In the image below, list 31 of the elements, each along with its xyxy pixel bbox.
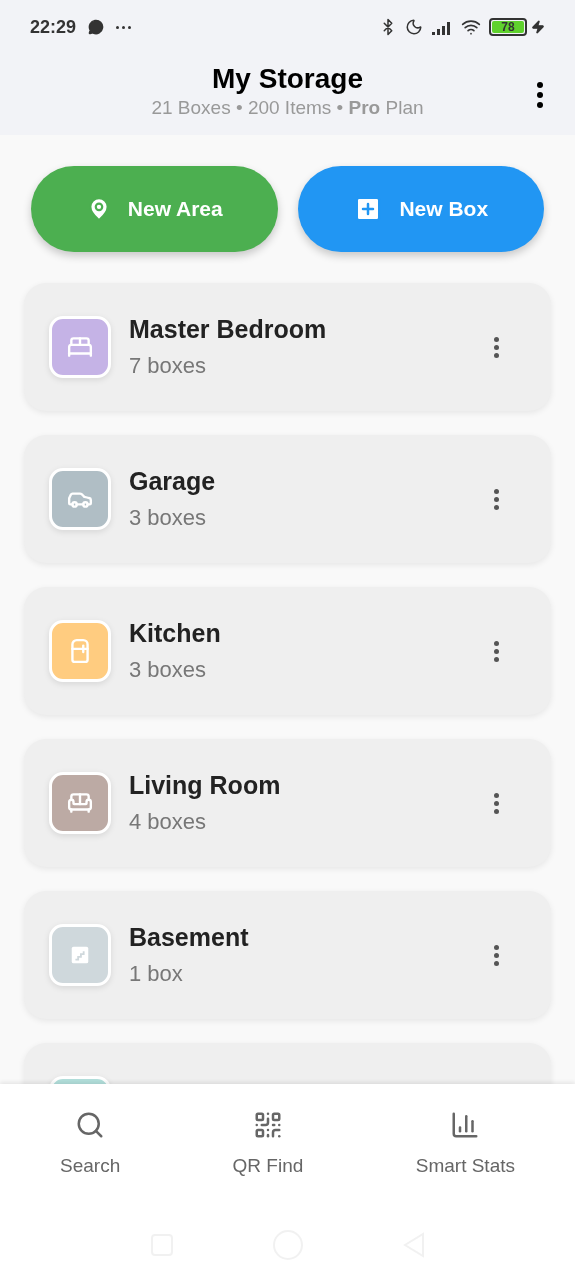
- nav-tab[interactable]: QR Find: [232, 1110, 304, 1181]
- box-count: 7 boxes: [129, 352, 208, 380]
- battery-icon: 78: [489, 18, 527, 36]
- nav-tab[interactable]: Smart Stats: [415, 1110, 515, 1181]
- chat-icon: [88, 19, 105, 35]
- moon-icon: [405, 18, 423, 36]
- area-name: Garage: [129, 466, 217, 497]
- more-dots-icon: [116, 25, 132, 29]
- area-name: Master Bedroom: [129, 314, 328, 345]
- charging-icon: [531, 20, 545, 34]
- area-card[interactable]: Basement 1 box: [24, 891, 551, 1019]
- signal-icon: [431, 19, 453, 35]
- box-count: 3 boxes: [129, 656, 208, 684]
- bed-icon: [67, 334, 93, 360]
- sofa-icon: [67, 790, 93, 816]
- page-title: My Storage: [212, 62, 363, 96]
- area-card[interactable]: Living Room 4 boxes: [24, 739, 551, 867]
- wifi-icon: [461, 17, 481, 37]
- stairs-icon: [69, 944, 91, 966]
- area-card[interactable]: Kitchen 3 boxes: [24, 587, 551, 715]
- area-name: Living Room: [129, 770, 282, 801]
- status-time: 22:29: [30, 15, 77, 39]
- area-name: Basement: [129, 922, 250, 953]
- box-count: 1 box: [129, 960, 184, 988]
- area-card[interactable]: Master Bedroom 7 boxes: [24, 283, 551, 411]
- box-count: 3 boxes: [129, 504, 208, 532]
- area-card[interactable]: Garage 3 boxes: [24, 435, 551, 563]
- nav-tab[interactable]: Search: [60, 1110, 121, 1181]
- area-name: Kitchen: [129, 618, 222, 649]
- page-subtitle: 21 Boxes • 200 Items • Pro Plan: [151, 96, 424, 120]
- box-count: 4 boxes: [129, 808, 208, 836]
